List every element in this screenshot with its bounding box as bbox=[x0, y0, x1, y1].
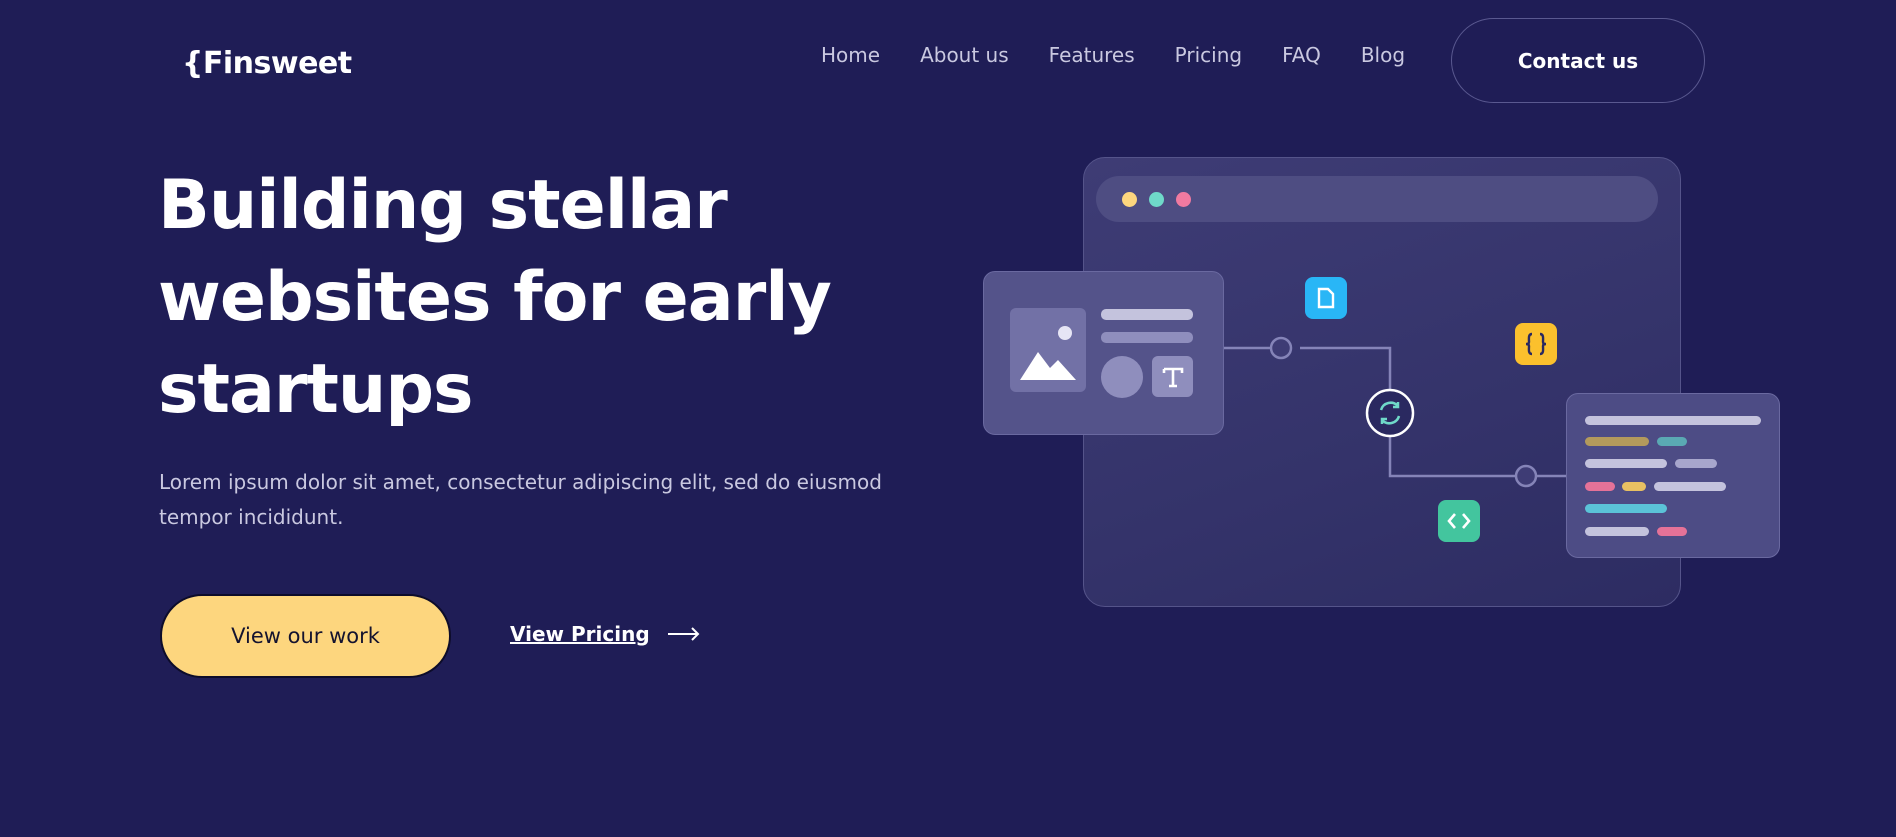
code-line bbox=[1585, 504, 1667, 513]
text-line bbox=[1101, 309, 1193, 320]
content-card-graphic bbox=[983, 271, 1224, 435]
view-pricing-label: View Pricing bbox=[510, 622, 650, 646]
curly-braces-icon bbox=[1515, 323, 1557, 365]
code-line bbox=[1657, 527, 1687, 536]
code-line bbox=[1622, 482, 1646, 491]
view-pricing-link[interactable]: View Pricing bbox=[510, 622, 700, 646]
circle-shape bbox=[1101, 356, 1143, 398]
nav-features[interactable]: Features bbox=[1049, 42, 1135, 68]
nav-home[interactable]: Home bbox=[821, 42, 880, 68]
image-placeholder-icon bbox=[1010, 308, 1086, 392]
nav-about-us[interactable]: About us bbox=[920, 42, 1009, 68]
nav-pricing[interactable]: Pricing bbox=[1175, 42, 1242, 68]
hero-description: Lorem ipsum dolor sit amet, consectetur … bbox=[159, 470, 882, 529]
code-line bbox=[1585, 459, 1667, 468]
view-our-work-button[interactable]: View our work bbox=[160, 594, 451, 678]
code-line bbox=[1585, 416, 1761, 425]
main-nav: Home About us Features Pricing FAQ Blog bbox=[821, 42, 1445, 68]
code-brackets-icon bbox=[1438, 500, 1480, 542]
hero-title: Building stellar websites for early star… bbox=[158, 166, 832, 429]
window-dot-pink bbox=[1176, 192, 1191, 207]
text-line bbox=[1101, 332, 1193, 343]
nav-blog[interactable]: Blog bbox=[1361, 42, 1405, 68]
window-dot-teal bbox=[1149, 192, 1164, 207]
code-card-graphic bbox=[1566, 393, 1780, 558]
code-line bbox=[1585, 482, 1615, 491]
nav-faq[interactable]: FAQ bbox=[1282, 42, 1321, 68]
code-line bbox=[1657, 437, 1687, 446]
brand-logo[interactable]: {Finsweet bbox=[182, 46, 352, 81]
window-dot-yellow bbox=[1122, 192, 1137, 207]
code-line bbox=[1585, 527, 1649, 536]
arrow-right-icon bbox=[667, 627, 700, 641]
code-line bbox=[1585, 437, 1649, 446]
contact-us-button[interactable]: Contact us bbox=[1451, 18, 1705, 103]
browser-address-bar bbox=[1096, 176, 1658, 222]
text-t-icon bbox=[1152, 356, 1193, 397]
code-line bbox=[1675, 459, 1717, 468]
code-line bbox=[1654, 482, 1726, 491]
document-icon bbox=[1305, 277, 1347, 319]
